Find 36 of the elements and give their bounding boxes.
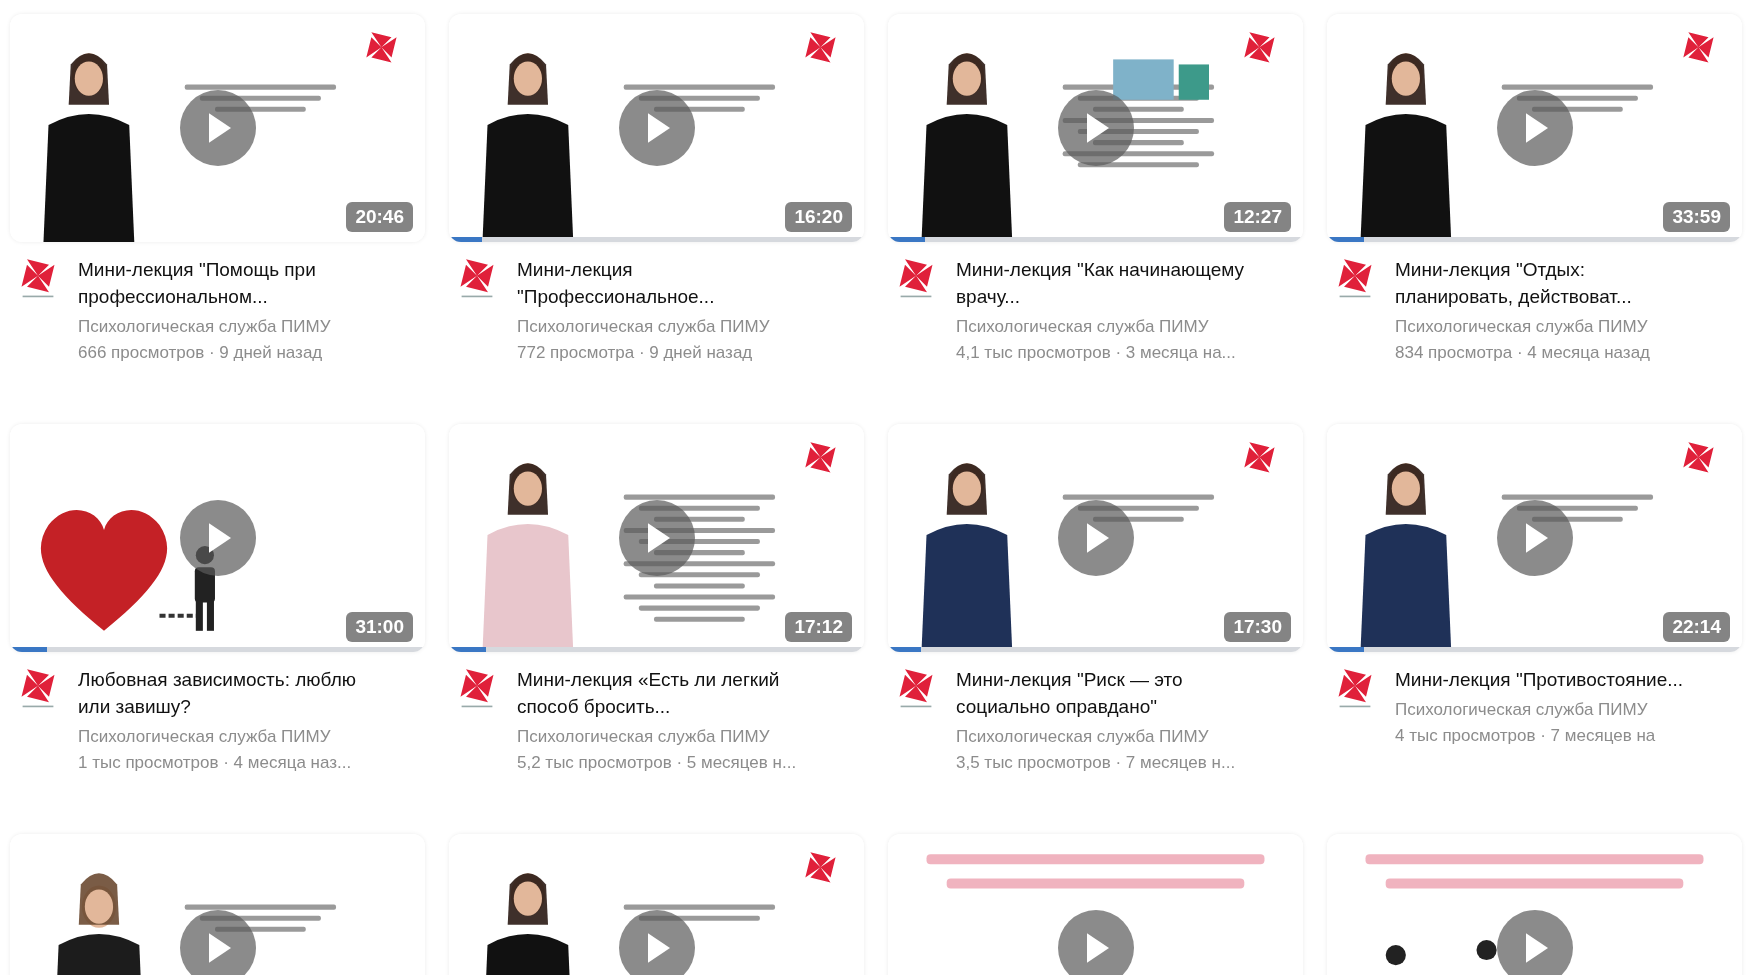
video-title[interactable]: Мини-лекция "Отдых: планировать, действоват... bbox=[1395, 256, 1695, 310]
duration-badge: 20:46 bbox=[346, 202, 413, 232]
duration-badge: 31:00 bbox=[346, 612, 413, 642]
video-meta: 1 тыс просмотров · 4 месяца наз... bbox=[78, 752, 353, 774]
video-meta: 834 просмотра · 4 месяца назад bbox=[1395, 342, 1652, 364]
video-meta: 5,2 тыс просмотров · 5 месяцев н... bbox=[517, 752, 798, 774]
video-title[interactable]: Мини-лекция "Как начинающему врачу... bbox=[956, 256, 1256, 310]
play-icon bbox=[209, 523, 231, 553]
play-icon bbox=[1087, 113, 1109, 143]
play-icon bbox=[1526, 113, 1548, 143]
play-icon bbox=[1526, 933, 1548, 963]
duration-badge: 17:30 bbox=[1224, 612, 1291, 642]
duration-badge: 22:14 bbox=[1663, 612, 1730, 642]
video-meta: 4,1 тыс просмотров · 3 месяца на... bbox=[956, 342, 1237, 364]
duration-badge: 12:27 bbox=[1224, 202, 1291, 232]
duration-badge: 33:59 bbox=[1663, 202, 1730, 232]
video-meta: 772 просмотра · 9 дней назад bbox=[517, 342, 754, 364]
video-title[interactable]: Любовная зависимость: люблю или завишу? bbox=[78, 666, 378, 720]
play-icon bbox=[209, 933, 231, 963]
video-meta: 4 тыс просмотров · 7 месяцев на bbox=[1395, 725, 1657, 747]
play-icon bbox=[1087, 933, 1109, 963]
video-title[interactable]: Мини-лекция "Помощь при профессиональном... bbox=[78, 256, 378, 310]
video-meta: 3,5 тыс просмотров · 7 месяцев н... bbox=[956, 752, 1237, 774]
play-icon bbox=[648, 933, 670, 963]
video-meta: 666 просмотров · 9 дней назад bbox=[78, 342, 324, 364]
video-title[interactable]: Мини-лекция "Риск — это социально оправдано" bbox=[956, 666, 1256, 720]
play-icon bbox=[209, 113, 231, 143]
play-icon bbox=[1087, 523, 1109, 553]
play-icon bbox=[648, 523, 670, 553]
play-icon bbox=[648, 113, 670, 143]
play-icon bbox=[1526, 523, 1548, 553]
video-title[interactable]: Мини-лекция "Профессиональное... bbox=[517, 256, 817, 310]
video-title[interactable]: Мини-лекция «Есть ли легкий способ бросить... bbox=[517, 666, 817, 720]
video-title[interactable]: Мини-лекция "Противостояние... bbox=[1395, 666, 1695, 693]
duration-badge: 16:20 bbox=[785, 202, 852, 232]
duration-badge: 17:12 bbox=[785, 612, 852, 642]
